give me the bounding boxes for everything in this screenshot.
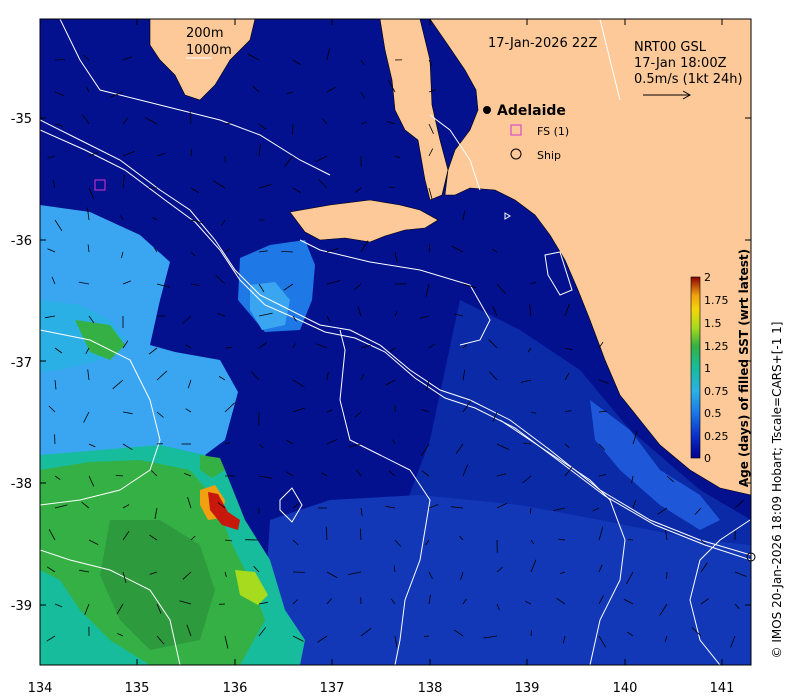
product-label: NRT00 GSL xyxy=(634,40,707,55)
credit-label: © IMOS 20-Jan-2026 18:09 Hobart; Tscale=… xyxy=(770,322,784,659)
adelaide-marker xyxy=(483,106,491,114)
product-time: 17-Jan 18:00Z xyxy=(634,56,727,71)
isobath-1000m-label: 1000m xyxy=(186,43,232,58)
colorbar-tick: 2 xyxy=(704,271,711,284)
x-tick-label: 136 xyxy=(223,681,248,696)
colorbar-tick: 0.75 xyxy=(704,385,729,398)
colorbar-tick: 1.25 xyxy=(704,340,729,353)
y-tick-label: -38 xyxy=(11,477,32,492)
y-tick-label: -35 xyxy=(11,112,32,127)
x-tick-label: 135 xyxy=(125,681,150,696)
y-tick-label: -37 xyxy=(11,356,32,371)
colorbar-title: Age (days) of filled SST (wrt latest) xyxy=(737,249,751,487)
x-axis-labels: 134 135 136 137 138 139 140 141 xyxy=(28,681,735,696)
colorbar xyxy=(690,276,701,459)
y-tick-label: -39 xyxy=(11,599,32,614)
velocity-arrow xyxy=(530,630,532,637)
colorbar-tick: 0 xyxy=(704,452,711,465)
x-tick-label: 141 xyxy=(710,681,735,696)
colorbar-tick: 1.75 xyxy=(704,294,729,307)
colorbar-tick: 1 xyxy=(704,362,711,375)
y-tick-label: -36 xyxy=(11,234,32,249)
ship-legend-label: Ship xyxy=(537,149,561,162)
isobath-200m-label: 200m xyxy=(186,26,223,41)
colorbar-tick: 1.5 xyxy=(704,317,722,330)
colorbar-tick: 0.5 xyxy=(704,407,722,420)
x-tick-label: 140 xyxy=(613,681,638,696)
colorbar-tick: 0.25 xyxy=(704,430,729,443)
x-tick-label: 134 xyxy=(28,681,53,696)
city-label: Adelaide xyxy=(497,103,566,119)
velocity-arrow xyxy=(627,539,634,541)
velocity-scale-label: 0.5m/s (1kt 24h) xyxy=(634,72,743,87)
date-label: 17-Jan-2026 22Z xyxy=(488,36,597,51)
x-tick-label: 138 xyxy=(418,681,443,696)
y-axis-labels: -35 -36 -37 -38 -39 xyxy=(11,112,32,614)
x-tick-label: 139 xyxy=(515,681,540,696)
sst-map: 134 135 136 137 138 139 140 141 -35 -36 … xyxy=(11,18,784,696)
x-tick-label: 137 xyxy=(320,681,345,696)
fs-legend-label: FS (1) xyxy=(537,125,569,138)
